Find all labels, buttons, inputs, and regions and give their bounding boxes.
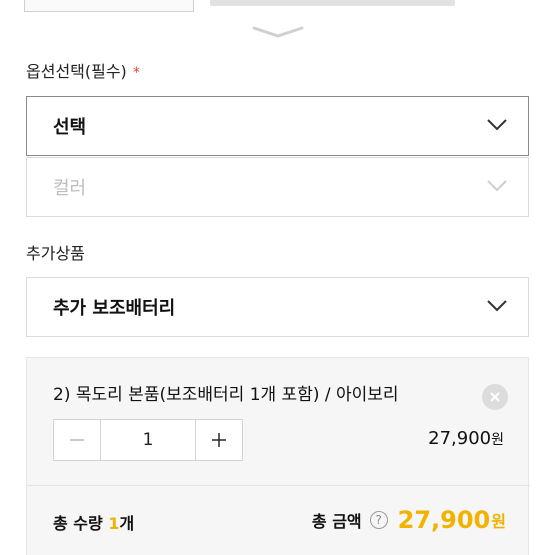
total-amount: 총 금액 ? 27,900 원 (312, 506, 506, 534)
quantity-stepper: 1 (53, 419, 243, 461)
selected-item-name: 2) 목도리 본품(보조배터리 1개 포함) / 아이보리 (53, 385, 399, 405)
option-select-value: 선택 (53, 117, 87, 138)
color-select-value: 컬러 (53, 178, 87, 199)
help-icon[interactable]: ? (369, 511, 388, 529)
options-label: 옵션선택(필수) * (26, 58, 140, 82)
addon-select[interactable]: 추가 보조배터리 (26, 277, 529, 337)
options-label-text: 옵션선택(필수) (26, 62, 127, 81)
top-cut-strip (0, 0, 555, 22)
total-quantity: 총 수량 1개 (53, 510, 134, 534)
summary-divider (27, 485, 530, 486)
item-price-unit: 원 (491, 432, 504, 448)
increase-button[interactable] (196, 420, 242, 460)
partial-tab (24, 0, 194, 12)
chevron-down-icon (487, 300, 507, 312)
decrease-button[interactable] (54, 420, 100, 460)
selected-item-panel: 2) 목도리 본품(보조배터리 1개 포함) / 아이보리 1 27,900원 … (26, 357, 530, 555)
item-price-value: 27,900 (428, 428, 492, 449)
total-amount-label: 총 금액 (311, 512, 362, 531)
close-icon (490, 392, 500, 402)
total-amount-unit: 원 (491, 512, 506, 531)
total-amount-value: 27,900 (397, 506, 491, 534)
collapse-handle-icon[interactable] (250, 22, 306, 40)
total-quantity-label: 총 수량 (53, 514, 103, 533)
required-mark: * (132, 65, 140, 81)
color-select[interactable]: 컬러 (26, 157, 529, 217)
remove-item-button[interactable] (482, 384, 508, 410)
addon-label: 추가상품 (26, 244, 85, 263)
item-price: 27,900원 (428, 428, 504, 449)
quantity-value[interactable]: 1 (100, 420, 196, 460)
total-quantity-value: 1 (108, 514, 120, 533)
chevron-down-icon (487, 119, 507, 131)
option-select[interactable]: 선택 (26, 96, 529, 156)
total-quantity-unit: 개 (119, 514, 135, 533)
chevron-down-icon (487, 180, 507, 192)
plus-icon (212, 433, 226, 447)
minus-icon (70, 439, 84, 441)
partial-description-text (210, 0, 455, 6)
addon-select-value: 추가 보조배터리 (53, 298, 176, 319)
